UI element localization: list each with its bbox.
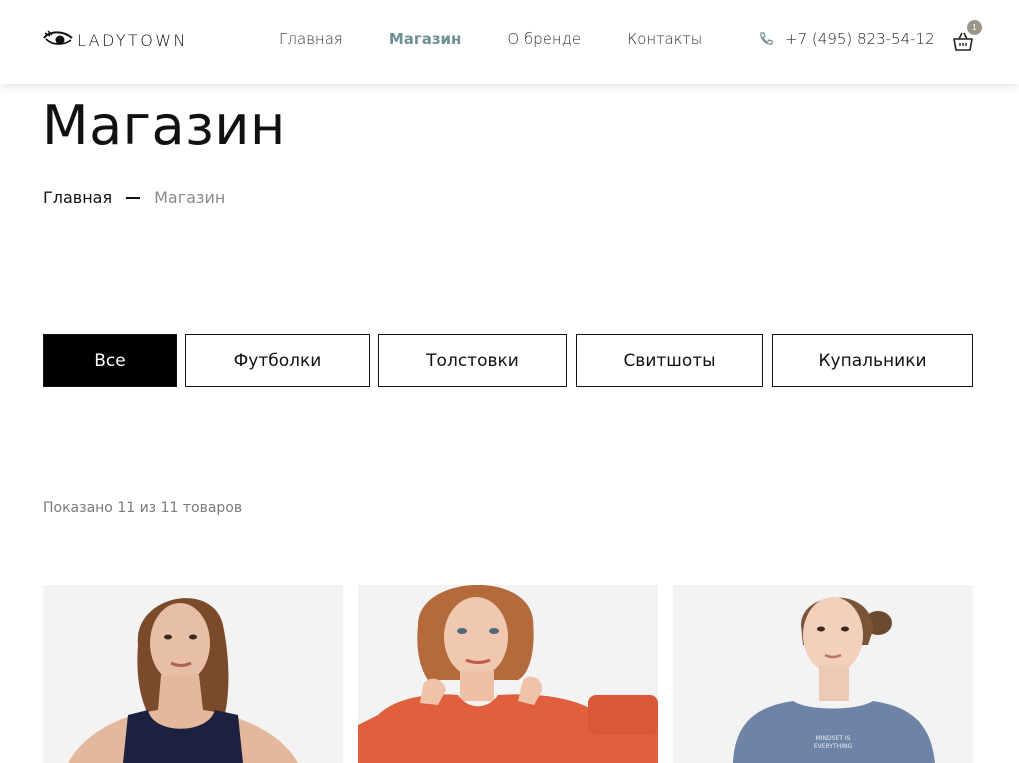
breadcrumb-home[interactable]: Главная bbox=[43, 188, 112, 207]
phone-number: +7 (495) 823-54-12 bbox=[785, 30, 935, 48]
product-image bbox=[43, 585, 343, 763]
phone-icon bbox=[760, 32, 773, 45]
breadcrumb-current: Магазин bbox=[154, 188, 226, 207]
product-card[interactable] bbox=[358, 585, 658, 763]
main-nav: Главная Магазин О бренде Контакты bbox=[279, 30, 748, 48]
svg-text:EVERYTHING: EVERYTHING bbox=[814, 743, 853, 750]
filter-tshirts[interactable]: Футболки bbox=[185, 334, 370, 387]
filter-sweatshirts[interactable]: Свитшоты bbox=[576, 334, 763, 387]
logo[interactable]: LADYTOWN bbox=[43, 28, 188, 52]
product-image bbox=[358, 585, 658, 763]
results-count: Показано 11 из 11 товаров bbox=[43, 500, 243, 516]
nav-item-about[interactable]: О бренде bbox=[507, 30, 581, 48]
site-header: LADYTOWN Главная Магазин О бренде Контак… bbox=[0, 0, 1019, 84]
nav-item-shop[interactable]: Магазин bbox=[389, 30, 462, 48]
nav-item-home[interactable]: Главная bbox=[279, 30, 343, 48]
product-card[interactable]: MINDSET IS EVERYTHING bbox=[673, 585, 973, 763]
filter-hoodies[interactable]: Толстовки bbox=[378, 334, 567, 387]
product-image: MINDSET IS EVERYTHING bbox=[673, 585, 973, 763]
eye-logo-icon bbox=[43, 30, 73, 45]
product-card[interactable] bbox=[43, 585, 343, 763]
filter-all[interactable]: Все bbox=[43, 334, 177, 387]
cart-count-badge: 1 bbox=[967, 20, 982, 35]
page-title: Магазин bbox=[42, 94, 286, 157]
phone-link[interactable]: +7 (495) 823-54-12 bbox=[758, 30, 935, 48]
logo-text: LADYTOWN bbox=[77, 30, 188, 50]
filter-swimwear[interactable]: Купальники bbox=[772, 334, 973, 387]
breadcrumb: Главная Магазин bbox=[43, 188, 225, 207]
breadcrumb-separator bbox=[126, 196, 141, 199]
svg-text:MINDSET IS: MINDSET IS bbox=[816, 735, 851, 742]
nav-item-contacts[interactable]: Контакты bbox=[627, 30, 702, 48]
cart-button[interactable]: 1 bbox=[950, 20, 982, 54]
